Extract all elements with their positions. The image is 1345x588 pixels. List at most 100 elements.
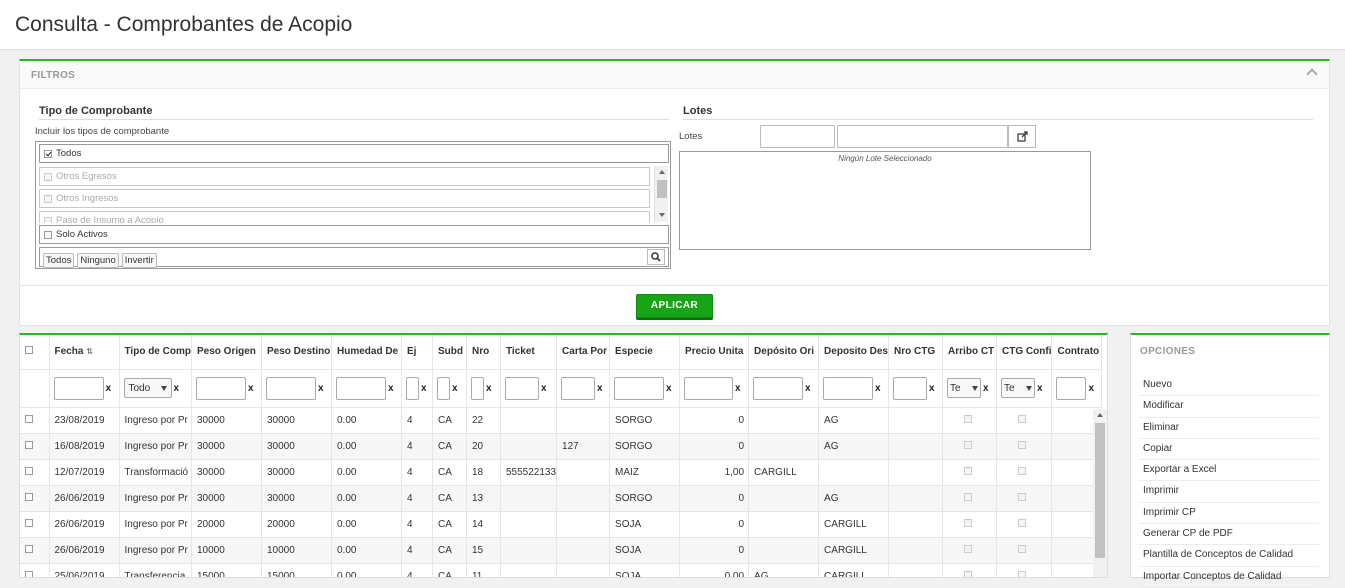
apply-button[interactable]: APLICAR [636, 294, 713, 318]
filter-input[interactable] [614, 376, 665, 400]
col-nro-ctg[interactable]: Nro CTG [888, 335, 944, 370]
checkbox-solo-activos[interactable]: Solo Activos [39, 225, 669, 244]
table-row[interactable]: 16/08/2019 Ingreso por Pr 30000 30000 0.00 4 C… [20, 433, 1103, 460]
clear-filter-button[interactable]: x [597, 383, 603, 394]
clear-filter-button[interactable]: x [929, 383, 935, 394]
clear-filter-button[interactable]: x [805, 383, 811, 394]
row-select-cell[interactable] [20, 433, 50, 460]
option-item[interactable]: Modificar [1139, 396, 1319, 418]
option-item[interactable]: Importar Conceptos de Calidad [1139, 567, 1319, 588]
clear-filter-button[interactable]: x [875, 383, 881, 394]
clear-filter-button[interactable]: x [1088, 383, 1094, 394]
clear-filter-button[interactable]: x [106, 383, 112, 394]
option-item[interactable]: Exportar a Excel [1139, 460, 1319, 482]
option-otros-egresos[interactable]: Otros Egresos [39, 167, 650, 186]
col-contrato[interactable]: Contrato [1051, 335, 1103, 370]
clear-filter-button[interactable]: x [388, 383, 394, 394]
col-ctg-confirmado[interactable]: CTG Confi [996, 335, 1053, 370]
filter-input[interactable] [561, 376, 596, 400]
filter-input[interactable] [823, 376, 874, 400]
col-humedad[interactable]: Humedad De [331, 335, 402, 370]
filter-input[interactable] [335, 376, 386, 400]
clear-filter-button[interactable]: x [421, 383, 427, 394]
col-ej[interactable]: Ej [401, 335, 433, 370]
chevron-up-icon[interactable] [1306, 68, 1318, 80]
clear-filter-button[interactable]: x [452, 383, 458, 394]
option-paso-insumo[interactable]: Paso de Insumo a Acopio [39, 211, 650, 223]
scroll-thumb[interactable] [657, 180, 667, 198]
clear-filter-button[interactable]: x [983, 383, 989, 394]
col-deposito-origen[interactable]: Depósito Ori [748, 335, 820, 370]
clear-filter-button[interactable]: x [248, 383, 254, 394]
filter-input[interactable] [893, 376, 928, 400]
row-select-cell[interactable] [20, 485, 50, 512]
filter-input[interactable] [1056, 376, 1087, 400]
clear-filter-button[interactable]: x [1037, 383, 1043, 394]
clear-filter-button[interactable]: x [174, 383, 180, 394]
row-select-cell[interactable] [20, 511, 50, 538]
scroll-up-icon[interactable] [659, 170, 665, 174]
filter-input[interactable] [265, 376, 316, 400]
col-carta-porte[interactable]: Carta Por [556, 335, 611, 370]
col-deposito-destino[interactable]: Deposito Des [818, 335, 890, 370]
select-none-button[interactable]: Ninguno [77, 253, 119, 268]
row-select-cell[interactable] [20, 563, 50, 577]
col-precio[interactable]: Precio Unita [679, 335, 750, 370]
filter-input[interactable] [504, 376, 539, 400]
clear-filter-button[interactable]: x [541, 383, 547, 394]
scroll-down-icon[interactable] [659, 213, 665, 217]
table-row[interactable]: 26/06/2019 Ingreso por Pr 20000 20000 0.00 4 C… [20, 511, 1103, 538]
option-item[interactable]: Eliminar [1139, 418, 1319, 439]
scroll-thumb[interactable] [1095, 423, 1105, 558]
col-arribo-ctg[interactable]: Arribo CT [942, 335, 998, 370]
clear-filter-button[interactable]: x [666, 383, 672, 394]
grid-scrollbar[interactable] [1093, 409, 1107, 577]
table-row[interactable]: 26/06/2019 Ingreso por Pr 10000 10000 0.00 4 C… [20, 537, 1103, 564]
filter-input[interactable] [684, 376, 734, 400]
option-item[interactable]: Generar CP de PDF [1139, 524, 1319, 546]
select-all-button[interactable]: Todos [43, 253, 75, 268]
filter-select[interactable]: Te [1001, 378, 1036, 398]
filters-header[interactable]: FILTROS [20, 61, 1329, 89]
col-tipo[interactable]: Tipo de Comp [119, 335, 192, 370]
col-especie[interactable]: Especie [609, 335, 681, 370]
col-ticket[interactable]: Ticket [500, 335, 558, 370]
col-fecha[interactable]: Fecha ⇅ [49, 335, 120, 370]
col-subd[interactable]: Subd [432, 335, 467, 370]
invert-selection-button[interactable]: Invertir [121, 253, 157, 268]
row-select-cell[interactable] [20, 459, 50, 486]
filter-input[interactable] [470, 376, 484, 400]
filter-input[interactable] [436, 376, 450, 400]
clear-filter-button[interactable]: x [318, 383, 324, 394]
option-item[interactable]: Imprimir CP [1139, 503, 1319, 525]
lote-code-input[interactable] [760, 125, 835, 148]
open-lote-button[interactable] [1008, 125, 1036, 148]
filter-input[interactable] [53, 376, 104, 400]
option-otros-ingresos[interactable]: Otros Ingresos [39, 189, 650, 208]
option-item[interactable]: Imprimir [1139, 481, 1319, 503]
table-row[interactable]: 23/08/2019 Ingreso por Pr 30000 30000 0.00 4 C… [20, 407, 1103, 434]
sort-icon[interactable]: ⇅ [86, 347, 93, 356]
option-item[interactable]: Copiar [1139, 439, 1319, 461]
scroll-up-icon[interactable] [1097, 413, 1103, 417]
table-row[interactable]: 25/06/2019 Transferencia 15000 15000 0.00 4 CA… [20, 563, 1103, 577]
search-button[interactable] [647, 249, 665, 265]
col-nro[interactable]: Nro [466, 335, 501, 370]
col-peso-destino[interactable]: Peso Destino [261, 335, 332, 370]
col-peso-origen[interactable]: Peso Origen [191, 335, 262, 370]
row-select-cell[interactable] [20, 407, 50, 434]
clear-filter-button[interactable]: x [486, 383, 492, 394]
filter-select[interactable]: Todo [123, 378, 172, 398]
lote-description-input[interactable] [837, 125, 1008, 148]
row-select-cell[interactable] [20, 537, 50, 564]
filter-input[interactable] [195, 376, 246, 400]
table-row[interactable]: 12/07/2019 Transformació 30000 30000 0.00 4 CA… [20, 459, 1103, 486]
options-scrollbar[interactable] [654, 166, 668, 222]
select-all-cell[interactable] [20, 335, 50, 370]
filter-select[interactable]: Te [947, 378, 982, 398]
option-item[interactable]: Plantilla de Conceptos de Calidad [1139, 545, 1319, 567]
filter-input[interactable] [753, 376, 804, 400]
filter-input[interactable] [405, 376, 419, 400]
clear-filter-button[interactable]: x [735, 383, 741, 394]
option-item[interactable]: Nuevo [1139, 375, 1319, 397]
